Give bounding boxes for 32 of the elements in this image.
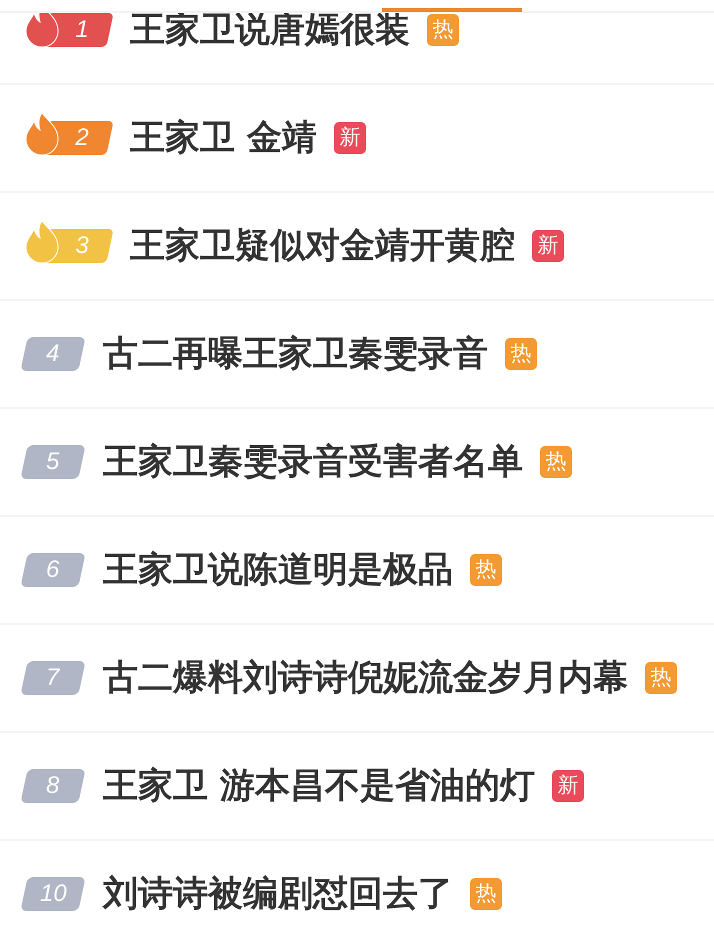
- topic-title: 王家卫说唐嫣很装: [130, 8, 410, 52]
- topic-title: 王家卫秦雯录音受害者名单: [103, 440, 523, 484]
- list-row[interactable]: 5 王家卫秦雯录音受害者名单 热: [0, 409, 714, 517]
- topic-tag: 热: [645, 662, 677, 694]
- topic-tag: 热: [427, 14, 459, 46]
- topic-tag: 热: [540, 446, 572, 478]
- list-row[interactable]: 8 王家卫 游本昌不是省油的灯 新: [0, 733, 714, 841]
- topic-title: 刘诗诗被编剧怼回去了: [103, 872, 453, 916]
- topic-title: 古二再曝王家卫秦雯录音: [103, 332, 488, 376]
- list-row[interactable]: 2 王家卫 金靖 新: [0, 85, 714, 193]
- rank-badge: 7: [22, 661, 84, 695]
- topic-tag: 热: [470, 878, 502, 910]
- rank-badge: 6: [22, 553, 84, 587]
- topic-title: 王家卫疑似对金靖开黄腔: [130, 224, 515, 268]
- topic-title: 王家卫说陈道明是极品: [103, 548, 453, 592]
- rank-badge: 4: [22, 337, 84, 371]
- topic-title: 王家卫 游本昌不是省油的灯: [103, 764, 536, 808]
- rank-badge: 5: [22, 445, 84, 479]
- topic-title: 王家卫 金靖: [130, 116, 318, 160]
- topic-tag: 热: [470, 554, 502, 586]
- rank-badge: 10: [22, 877, 84, 911]
- list-row[interactable]: 4 古二再曝王家卫秦雯录音 热: [0, 301, 714, 409]
- topic-tag: 热: [505, 338, 537, 370]
- topic-tag: 新: [334, 122, 366, 154]
- list-row[interactable]: 6 王家卫说陈道明是极品 热: [0, 517, 714, 625]
- topic-title: 古二爆料刘诗诗倪妮流金岁月内幕: [103, 656, 628, 700]
- list-row[interactable]: 3 王家卫疑似对金靖开黄腔 新: [0, 193, 714, 301]
- list-row[interactable]: 10 刘诗诗被编剧怼回去了 热: [0, 841, 714, 929]
- topic-tag: 新: [552, 770, 584, 802]
- topic-tag: 新: [532, 230, 564, 262]
- list-row[interactable]: 7 古二爆料刘诗诗倪妮流金岁月内幕 热: [0, 625, 714, 733]
- rank-badge: 8: [22, 769, 84, 803]
